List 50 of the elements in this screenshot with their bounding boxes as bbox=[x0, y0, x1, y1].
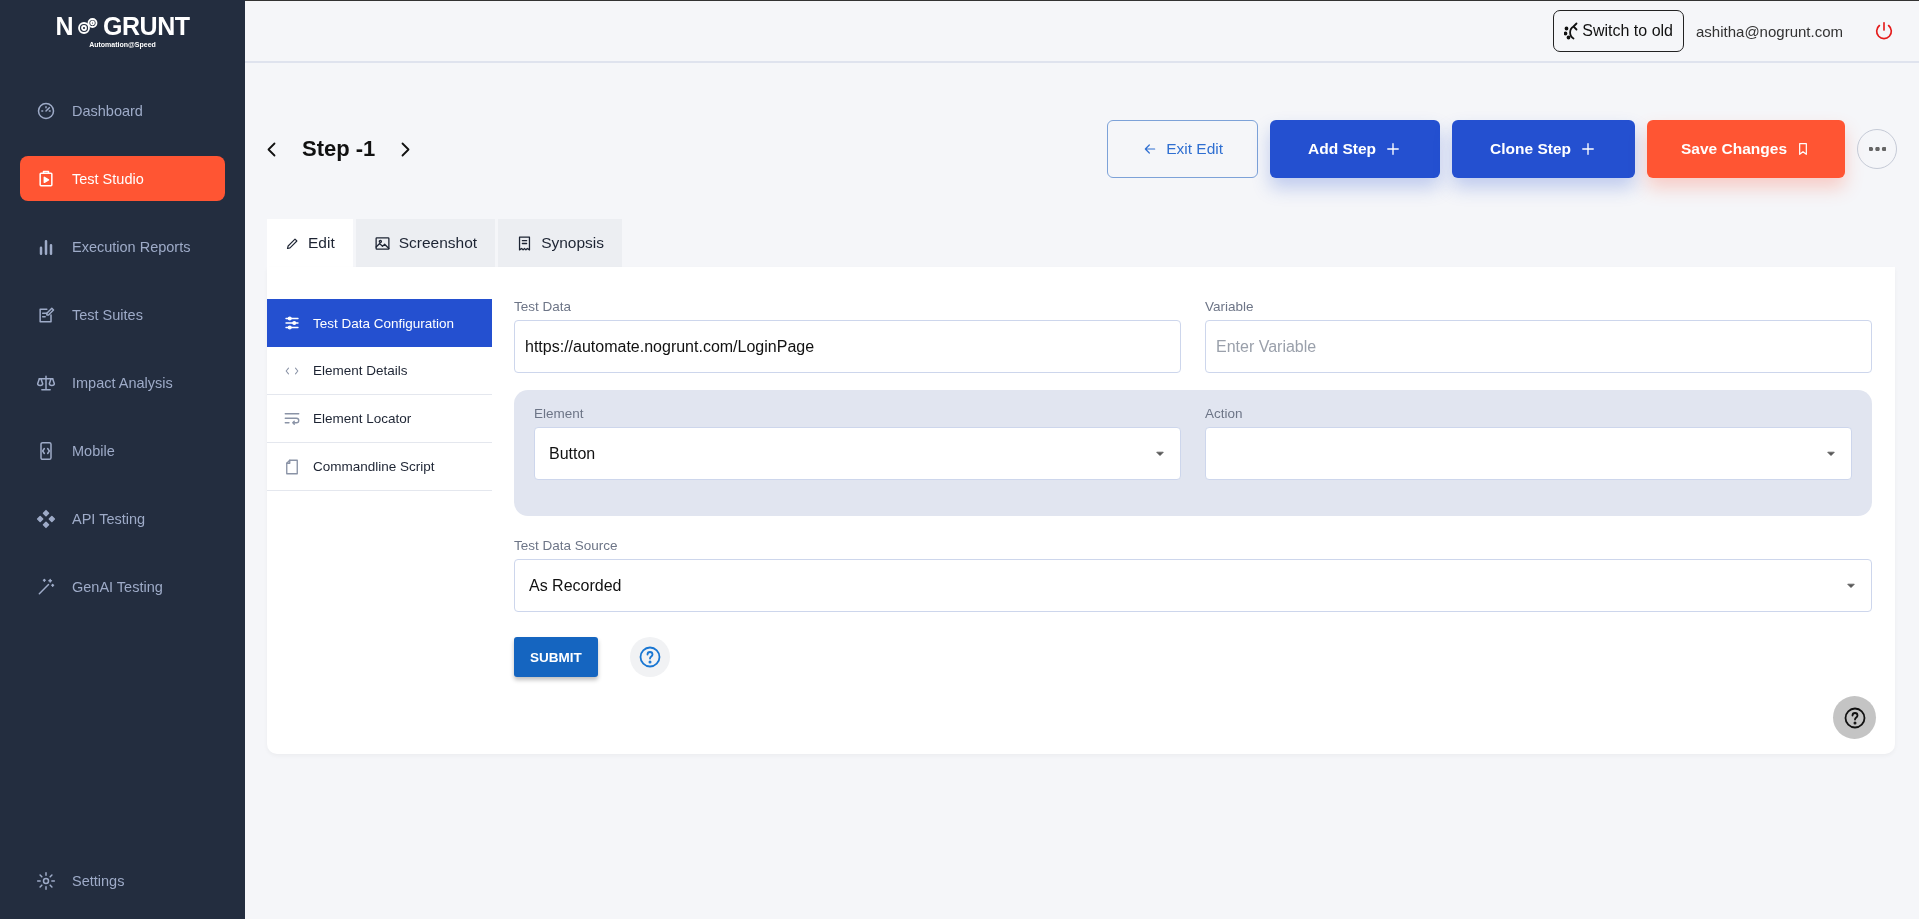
sidebar-item[interactable]: Impact Analysis bbox=[20, 360, 225, 405]
config-menu-item[interactable]: Element Details bbox=[267, 347, 492, 395]
field-label: Action bbox=[1205, 406, 1244, 421]
step-action-button[interactable]: Clone Step bbox=[1452, 120, 1636, 178]
clipboard-play-icon bbox=[36, 168, 56, 189]
image-icon bbox=[373, 234, 391, 252]
tab[interactable]: Screenshot bbox=[355, 219, 496, 267]
sidebar-item[interactable]: API Testing bbox=[20, 496, 225, 541]
magic-wand-icon bbox=[36, 576, 56, 597]
dropdown-field[interactable]: Button bbox=[534, 427, 1181, 480]
gauge-icon bbox=[36, 100, 56, 121]
input-field[interactable]: Enter Variable bbox=[1205, 320, 1872, 373]
field-label: Variable bbox=[1205, 299, 1255, 314]
power-icon bbox=[1873, 20, 1895, 42]
sliders-icon bbox=[283, 314, 301, 332]
diamond-nodes-icon bbox=[36, 508, 56, 529]
config-menu-item[interactable]: Test Data Configuration bbox=[267, 299, 492, 347]
help-icon bbox=[1842, 705, 1867, 730]
logo-text: GRUNT bbox=[103, 14, 190, 39]
document-icon bbox=[283, 457, 301, 476]
step-title: Step -1 bbox=[302, 136, 376, 162]
field-label: Test Data bbox=[514, 299, 573, 314]
settings-icon bbox=[36, 870, 56, 891]
tab[interactable]: Edit bbox=[267, 219, 353, 267]
sidebar-item[interactable]: Dashboard bbox=[20, 88, 225, 133]
exit-edit-button[interactable]: Exit Edit bbox=[1107, 120, 1259, 178]
help-button[interactable] bbox=[1833, 696, 1876, 739]
submit-button[interactable]: SUBMIT bbox=[514, 637, 598, 677]
step-action-button[interactable]: Add Step bbox=[1270, 120, 1441, 178]
switch-button[interactable]: Switch to old bbox=[1553, 10, 1684, 52]
dropdown-field[interactable] bbox=[1205, 427, 1852, 480]
tab[interactable]: Synopsis bbox=[498, 219, 623, 267]
config-menu-item[interactable]: Element Locator bbox=[267, 395, 492, 443]
input-field[interactable]: https://automate.nogrunt.com/LoginPage bbox=[514, 320, 1181, 373]
more-dots-icon bbox=[1868, 147, 1886, 151]
chevron-right-icon bbox=[401, 141, 411, 157]
config-menu-item[interactable]: Commandline Script bbox=[267, 443, 492, 491]
sidebar-item[interactable]: Settings bbox=[20, 858, 225, 903]
sidebar-item[interactable]: GenAI Testing bbox=[20, 564, 225, 609]
switch-arrow-icon bbox=[1564, 22, 1579, 40]
sidebar-item[interactable]: Execution Reports bbox=[20, 224, 225, 269]
chevron-left-icon bbox=[267, 141, 276, 157]
user-email: ashitha@nogrunt.com bbox=[1696, 22, 1843, 40]
dropdown-field[interactable]: As Recorded bbox=[514, 559, 1872, 612]
field-label: Test Data Source bbox=[514, 538, 619, 553]
help-icon bbox=[637, 645, 662, 669]
sidebar-item[interactable]: Test Suites bbox=[20, 292, 225, 337]
field-label: Element bbox=[534, 406, 585, 421]
logo-text: N bbox=[55, 14, 74, 39]
sidebar-item[interactable]: Mobile bbox=[20, 428, 225, 473]
